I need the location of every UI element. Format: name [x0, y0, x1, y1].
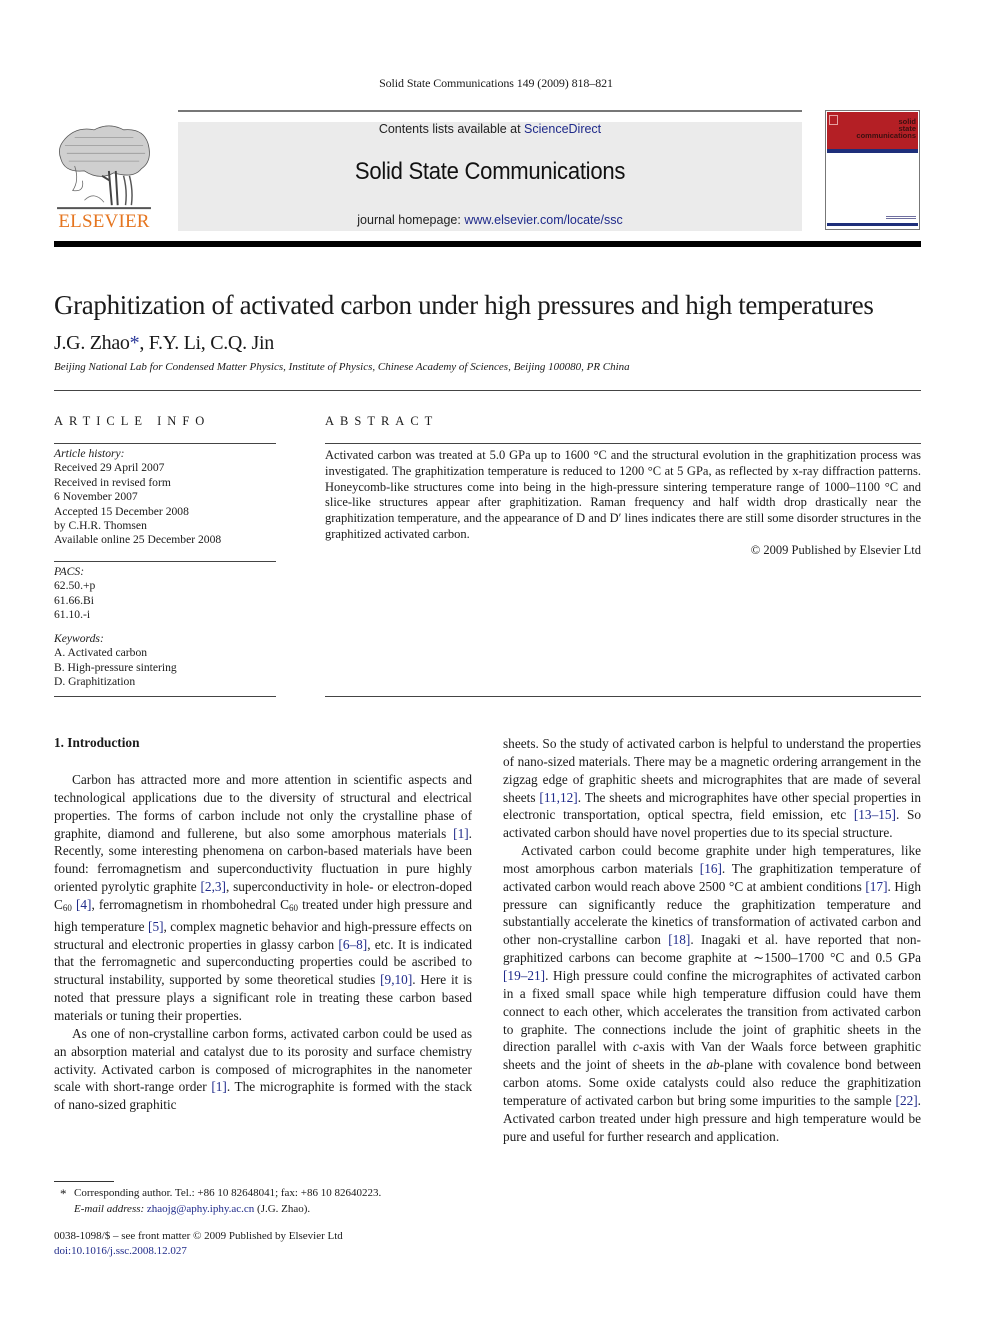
- email-link[interactable]: zhaojg@aphy.iphy.ac.cn: [147, 1203, 254, 1215]
- citation-link[interactable]: [9,10]: [380, 972, 412, 987]
- citation-link[interactable]: [16]: [700, 861, 722, 876]
- homepage-prefix: journal homepage:: [357, 213, 465, 227]
- elsevier-wordmark: ELSEVIER: [58, 211, 150, 232]
- doi-link[interactable]: doi:10.1016/j.ssc.2008.12.027: [54, 1245, 187, 1257]
- keywords-block: Keywords: A. Activated carbon B. High-pr…: [54, 632, 276, 690]
- title-divider: [54, 390, 921, 391]
- article-title: Graphitization of activated carbon under…: [54, 290, 874, 320]
- journal-banner: Contents lists available at ScienceDirec…: [178, 122, 802, 231]
- running-head: Solid State Communications 149 (2009) 81…: [379, 76, 613, 90]
- author-zhao[interactable]: J.G. Zhao: [54, 332, 130, 354]
- journal-title: Solid State Communications: [354, 158, 626, 185]
- contents-line: Contents lists available at ScienceDirec…: [178, 122, 802, 136]
- section-heading-introduction: 1. Introduction: [54, 735, 140, 750]
- cover-blue-band: [827, 149, 918, 153]
- affiliation: Beijing National Lab for Condensed Matte…: [54, 361, 630, 373]
- email-label: E-mail address:: [74, 1202, 147, 1215]
- footnote-star: *: [60, 1186, 67, 1201]
- keywords-rule: [54, 696, 276, 697]
- coauthors: , F.Y. Li, C.Q. Jin: [139, 332, 274, 354]
- citation-link[interactable]: [17]: [865, 879, 887, 894]
- cover-fineprint: [886, 216, 916, 220]
- footnote-rule: [54, 1181, 114, 1182]
- citation-link[interactable]: [1]: [211, 1079, 227, 1094]
- keywords-label: Keywords:: [54, 632, 104, 645]
- body-column-left: Carbon has attracted more and more atten…: [54, 771, 472, 1141]
- keyword: D. Graphitization: [54, 675, 136, 689]
- paragraph: Activated carbon could become graphite u…: [503, 843, 921, 1144]
- keyword: A. Activated carbon: [54, 646, 148, 660]
- article-history: Article history: Received 29 April 2007 …: [54, 447, 222, 547]
- elsevier-logo[interactable]: ELSEVIER: [54, 122, 154, 234]
- citation-link[interactable]: [6–8]: [338, 937, 367, 952]
- cover-title: solid state communications: [856, 117, 916, 140]
- pacs-block: PACS: 62.50.+p 61.66.Bi 61.10.-i: [54, 565, 96, 622]
- corresponding-author-footnote: * Corresponding author. Tel.: +86 10 8264…: [54, 1186, 381, 1216]
- cover-bottom-band: [827, 223, 918, 226]
- abstract-copyright: © 2009 Published by Elsevier Ltd: [750, 543, 921, 557]
- citation-link[interactable]: [5]: [148, 919, 164, 934]
- paragraph: As one of non-crystalline carbon forms, …: [54, 1025, 472, 1113]
- abstract-text: Activated carbon was treated at 5.0 GPa …: [325, 448, 921, 541]
- citation-link[interactable]: [19–21]: [503, 968, 545, 983]
- paragraph-continued: sheets. So the study of activated carbon…: [503, 736, 921, 841]
- sciencedirect-link[interactable]: ScienceDirect: [524, 122, 601, 136]
- journal-cover-thumbnail[interactable]: solid state communications: [825, 110, 920, 230]
- article-info-rule: [54, 443, 276, 444]
- homepage-line: journal homepage: www.elsevier.com/locat…: [178, 213, 802, 227]
- body-column-right: sheets. So the study of activated carbon…: [503, 735, 921, 1145]
- paragraph: Carbon has attracted more and more atten…: [54, 772, 472, 1023]
- citation-link[interactable]: [11,12]: [539, 790, 577, 805]
- issn-line: 0038-1098/$ – see front matter © 2009 Pu…: [54, 1230, 343, 1242]
- elsevier-tree-icon: [57, 125, 151, 210]
- article-info-heading: ARTICLE INFO: [54, 414, 211, 428]
- citation-link[interactable]: [2,3]: [201, 879, 226, 894]
- contents-prefix: Contents lists available at: [378, 122, 525, 136]
- article-history-label: Article history:: [54, 447, 125, 460]
- abstract-heading: ABSTRACT: [325, 414, 439, 428]
- citation-link[interactable]: [18]: [668, 932, 690, 947]
- pacs-label: PACS:: [54, 565, 85, 578]
- citation-link[interactable]: [22]: [896, 1093, 918, 1108]
- citation-link[interactable]: [13–15]: [854, 807, 896, 822]
- citation-link[interactable]: [4]: [72, 897, 92, 912]
- cover-emblem-icon: [829, 115, 838, 125]
- abstract-bottom-rule: [325, 696, 921, 697]
- header-heavy-rule: [54, 241, 921, 247]
- journal-homepage-link[interactable]: www.elsevier.com/locate/ssc: [464, 213, 622, 227]
- corresponding-author-marker[interactable]: *: [130, 332, 140, 354]
- history-rule: [54, 561, 276, 562]
- abstract-rule: [325, 443, 921, 444]
- citation-link[interactable]: [1]: [453, 826, 469, 841]
- keyword: B. High-pressure sintering: [54, 660, 177, 674]
- author-list: J.G. Zhao*, F.Y. Li, C.Q. Jin: [54, 332, 274, 355]
- header-top-rule: [178, 110, 802, 112]
- front-matter: 0038-1098/$ – see front matter © 2009 Pu…: [54, 1229, 343, 1258]
